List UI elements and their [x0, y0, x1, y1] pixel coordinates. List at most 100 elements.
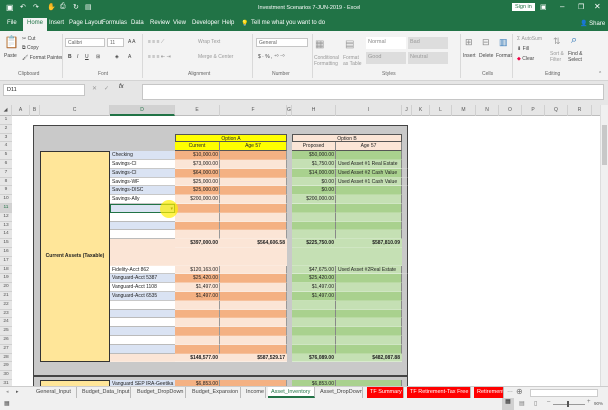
- row-header-29[interactable]: 29: [0, 362, 12, 372]
- insert-cells-icon[interactable]: ⊞: [465, 37, 473, 48]
- column-header-C[interactable]: C: [40, 105, 110, 116]
- cell-value-E20[interactable]: $1,497.00: [175, 283, 220, 292]
- scroll-thumb[interactable]: [602, 125, 607, 165]
- row-header-7[interactable]: 7: [0, 168, 12, 178]
- cell-value-H19[interactable]: $25,420.00: [292, 274, 336, 284]
- format-cells-icon[interactable]: ▥: [499, 37, 508, 48]
- tab-data[interactable]: Data: [131, 20, 144, 26]
- cell-value-H18[interactable]: $47,675.00: [292, 266, 336, 275]
- cell-value-E9[interactable]: $25,000.00: [175, 186, 220, 196]
- cell-E22[interactable]: [175, 300, 220, 310]
- cell-I10[interactable]: [336, 195, 402, 204]
- zoom-level[interactable]: 90%: [594, 401, 603, 406]
- sort-filter-button[interactable]: Sort & Filter: [550, 51, 568, 63]
- column-header-L[interactable]: L: [430, 105, 452, 116]
- fill-button[interactable]: ⬇ Fill: [517, 46, 529, 52]
- sign-in-button[interactable]: Sign in: [512, 3, 535, 11]
- sheet-tab-asset-inventory[interactable]: Asset_Inventory: [268, 387, 315, 398]
- align-left-icon[interactable]: ≡ ≡ ≡ ⇤ ⇥: [148, 54, 171, 60]
- column-header-N[interactable]: N: [476, 105, 499, 116]
- cell-value-H9[interactable]: $0.00: [292, 186, 336, 196]
- cell-D23[interactable]: [110, 309, 175, 319]
- row-header-30[interactable]: 30: [0, 371, 12, 380]
- quick-print-icon[interactable]: ⎙: [60, 3, 66, 11]
- cell-F10[interactable]: [220, 195, 287, 204]
- cell-I19[interactable]: [336, 274, 402, 284]
- cell-F22[interactable]: [220, 300, 287, 310]
- cell-E13[interactable]: [175, 221, 220, 231]
- cell-H22[interactable]: [292, 300, 336, 310]
- cell-F27[interactable]: [220, 344, 287, 354]
- autosum-button[interactable]: Σ AutoSum: [517, 36, 542, 42]
- vertical-scrollbar[interactable]: [600, 105, 608, 386]
- more-tabs-icon[interactable]: …: [507, 388, 513, 394]
- cell-I14[interactable]: [336, 230, 402, 240]
- row-header-2[interactable]: 2: [0, 124, 12, 134]
- row-header-14[interactable]: 14: [0, 230, 12, 240]
- row-header-4[interactable]: 4: [0, 142, 12, 152]
- align-top-icon[interactable]: ≡ ≡ ≡ ⟋: [148, 39, 164, 45]
- sheet-tab-retirement[interactable]: Retirement: [474, 387, 504, 398]
- merge-center-button[interactable]: Merge & Center: [198, 54, 233, 60]
- wrap-text-button[interactable]: Wrap Text: [198, 39, 220, 45]
- cell-E12[interactable]: [175, 212, 220, 222]
- row-header-24[interactable]: 24: [0, 318, 12, 328]
- share-button[interactable]: 👤 Share: [580, 20, 605, 27]
- column-header-A[interactable]: A: [12, 105, 30, 116]
- row-header-27[interactable]: 27: [0, 344, 12, 354]
- column-header-Q[interactable]: Q: [545, 105, 568, 116]
- undo-icon[interactable]: ↶: [20, 3, 26, 11]
- row-header-15[interactable]: 15: [0, 239, 12, 248]
- zoom-slider-thumb[interactable]: [567, 401, 569, 407]
- normal-view-icon[interactable]: ▦: [502, 398, 514, 410]
- print-preview-icon[interactable]: ▤: [85, 3, 92, 11]
- tab-page-layout[interactable]: Page Layout: [69, 20, 103, 26]
- cell-value-D18[interactable]: Fidelity-Acct 862: [110, 266, 175, 275]
- conditional-formatting-button[interactable]: Conditional Formatting: [314, 55, 342, 67]
- cell-value-H7[interactable]: $14,000.00: [292, 169, 336, 178]
- cell-I23[interactable]: [336, 309, 402, 319]
- column-header-J[interactable]: J: [402, 105, 412, 116]
- cell-value-E10[interactable]: $200,000.00: [175, 195, 220, 204]
- format-painter-button[interactable]: 🖌 Format Painter: [22, 55, 63, 61]
- tab-help[interactable]: Help: [222, 20, 234, 26]
- number-format-select[interactable]: General: [256, 38, 308, 47]
- style-bad[interactable]: Bad: [408, 37, 448, 49]
- cell-F24[interactable]: [220, 318, 287, 328]
- zoom-slider[interactable]: [553, 404, 585, 405]
- cell-value-E5[interactable]: $10,000.00: [175, 151, 220, 160]
- sheet-tab-income[interactable]: Income: [243, 387, 266, 398]
- cell-value-H8[interactable]: $0.00: [292, 178, 336, 187]
- row-header-10[interactable]: 10: [0, 195, 12, 204]
- cell-H27[interactable]: [292, 344, 336, 354]
- paste-button[interactable]: Paste: [4, 53, 17, 59]
- borders-icon[interactable]: ⊞: [96, 54, 100, 60]
- cell-D13[interactable]: [110, 221, 175, 231]
- cell-I20[interactable]: [336, 283, 402, 292]
- cell-D14[interactable]: [110, 230, 175, 240]
- column-header-F[interactable]: F: [220, 105, 287, 116]
- collapse-ribbon-icon[interactable]: ⌃: [598, 71, 602, 77]
- grow-font-icon[interactable]: A A: [128, 39, 136, 45]
- new-sheet-button[interactable]: ⊕: [516, 387, 523, 396]
- cell-F11[interactable]: [220, 204, 287, 213]
- cell-value-I6[interactable]: Used Asset #1 Real Estate: [336, 160, 456, 169]
- insert-function-button[interactable]: fx: [119, 84, 124, 90]
- cell-value-E21[interactable]: $1,497.00: [175, 292, 220, 301]
- column-header-H[interactable]: H: [292, 105, 336, 116]
- cell-value-D21[interactable]: Vanguard-Acct 6535: [110, 292, 175, 301]
- scroll-tabs-right-icon[interactable]: ▸: [16, 389, 19, 395]
- name-box[interactable]: D11: [3, 84, 85, 96]
- style-neutral[interactable]: Neutral: [408, 52, 448, 64]
- sheet-tab-budget-dropdown[interactable]: Budget_DropDown: [134, 387, 186, 398]
- row-header-9[interactable]: 9: [0, 186, 12, 196]
- cell-F13[interactable]: [220, 221, 287, 231]
- tab-insert[interactable]: Insert: [49, 20, 64, 26]
- row-header-12[interactable]: 12: [0, 212, 12, 222]
- enter-icon[interactable]: ✓: [104, 85, 109, 92]
- italic-button[interactable]: I: [77, 54, 78, 60]
- sheet-tab-budget-expansion[interactable]: Budget_Expansion: [189, 387, 241, 398]
- page-layout-view-icon[interactable]: ▤: [519, 400, 525, 407]
- row-header-13[interactable]: 13: [0, 221, 12, 231]
- row-header-23[interactable]: 23: [0, 309, 12, 319]
